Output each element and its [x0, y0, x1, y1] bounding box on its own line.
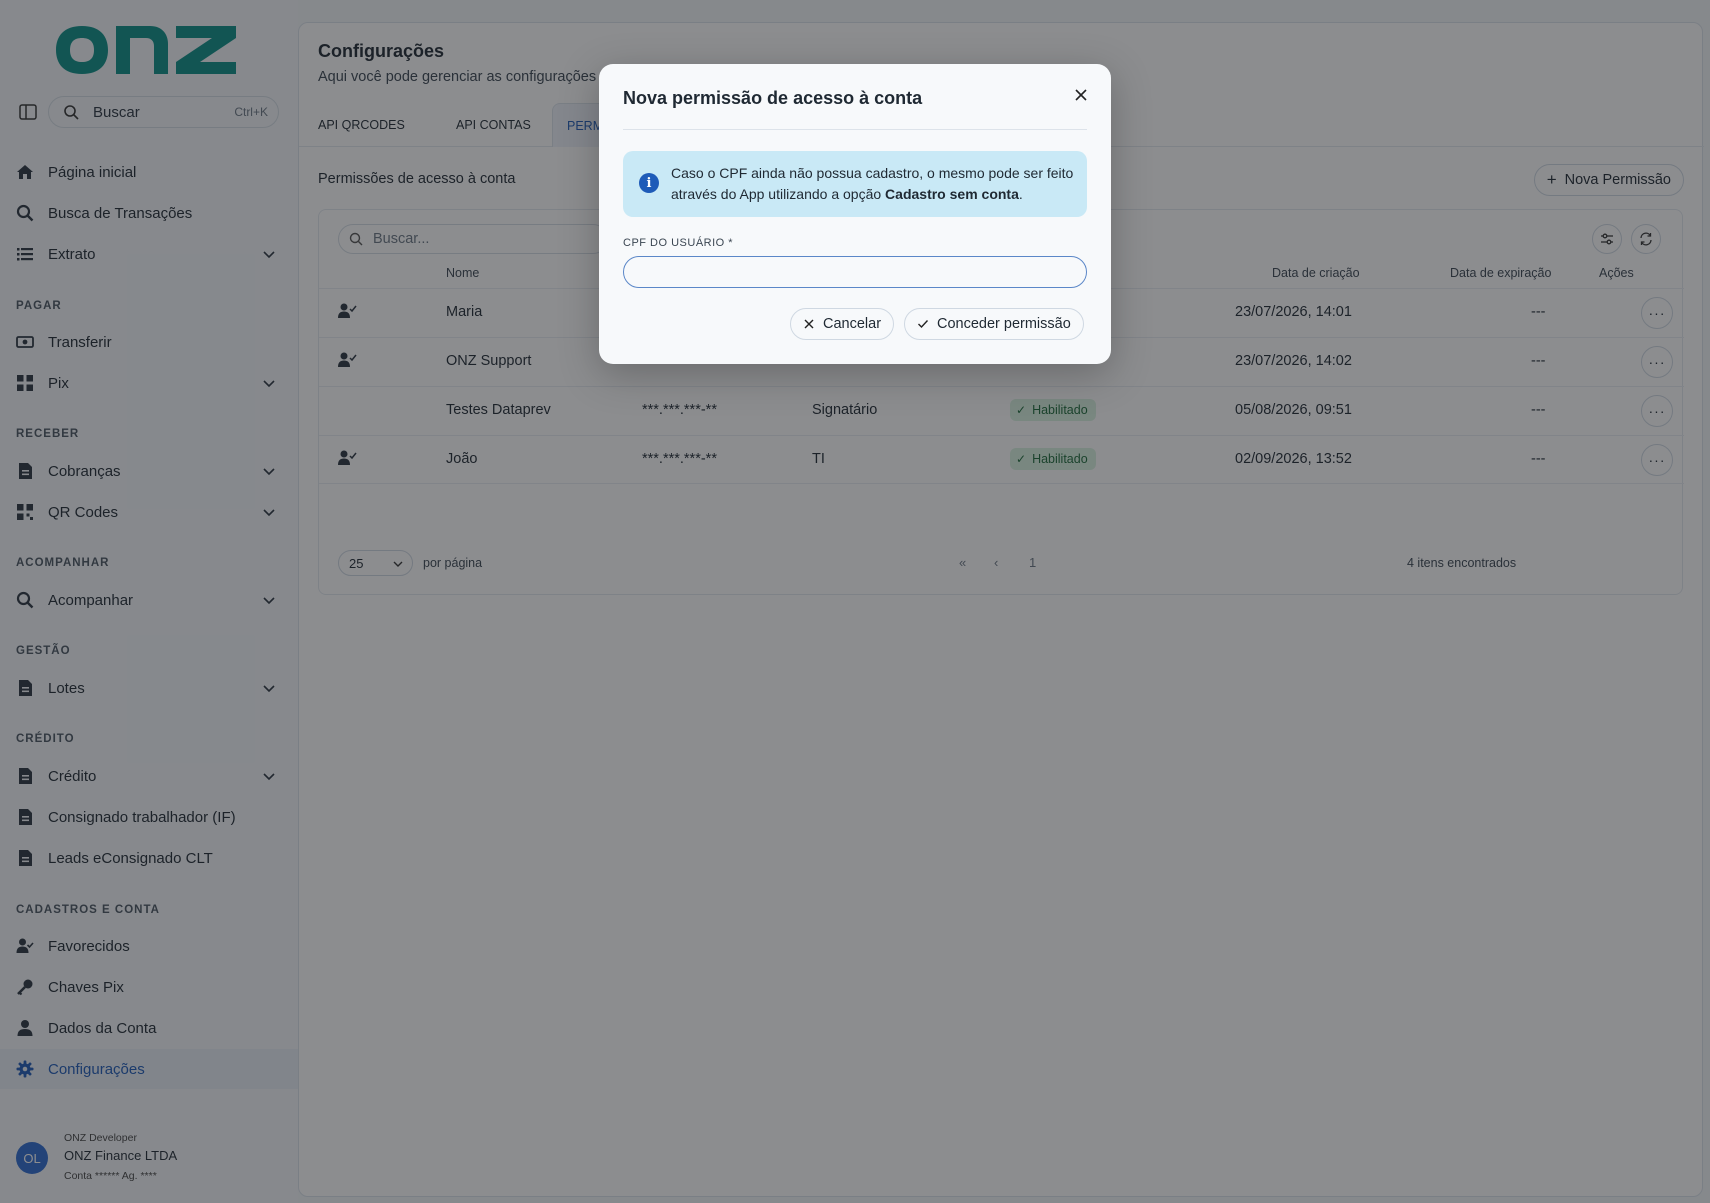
check-icon	[918, 320, 929, 329]
cancel-button[interactable]: Cancelar	[790, 308, 895, 340]
modal-title: Nova permissão de acesso à conta	[623, 88, 923, 108]
info-text-end: .	[1018, 186, 1023, 202]
cancel-label: Cancelar	[823, 316, 882, 332]
grant-permission-label: Conceder permissão	[937, 316, 1071, 332]
cpf-field-label: CPF DO USUÁRIO *	[623, 237, 734, 249]
close-icon	[804, 319, 814, 329]
new-permission-modal: Nova permissão de acesso à conta i Caso …	[599, 64, 1111, 364]
close-icon	[1075, 89, 1087, 101]
grant-permission-button[interactable]: Conceder permissão	[904, 308, 1084, 340]
info-text-bold: Cadastro sem conta	[885, 186, 1019, 202]
info-alert: i Caso o CPF ainda não possua cadastro, …	[623, 151, 1087, 217]
cpf-input[interactable]	[623, 256, 1087, 288]
info-icon: i	[639, 173, 659, 193]
modal-divider	[623, 129, 1087, 130]
info-text: Caso o CPF ainda não possua cadastro, o …	[671, 163, 1079, 205]
close-button[interactable]	[1070, 84, 1092, 106]
